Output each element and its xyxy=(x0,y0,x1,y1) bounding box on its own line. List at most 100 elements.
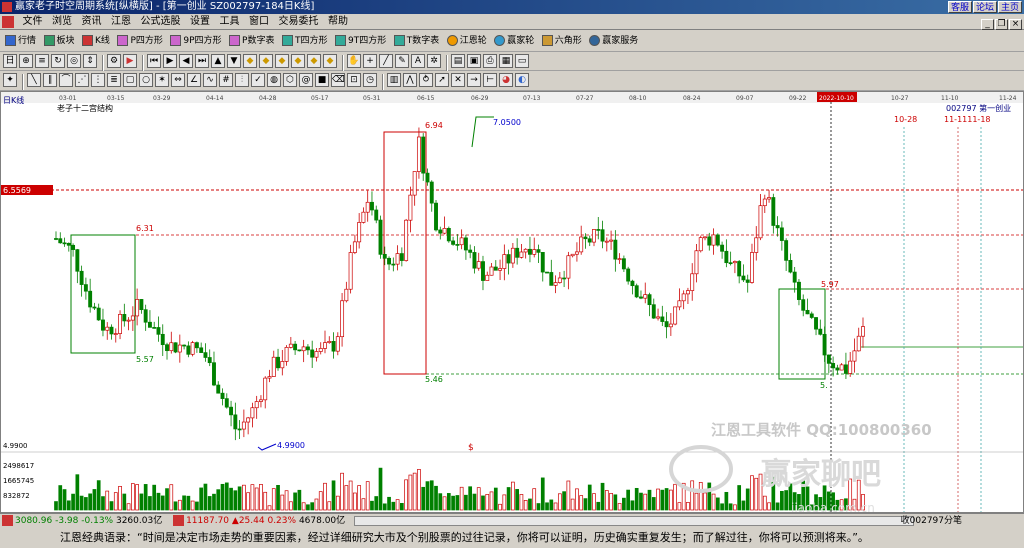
menu-settings[interactable]: 设置 xyxy=(187,14,213,30)
wave-icon[interactable]: ∿ xyxy=(203,73,217,87)
box-icon[interactable]: ▢ xyxy=(123,73,137,87)
kline-chart-panel[interactable]: 03-01 03-15 03-29 04-14 04-28 05-17 05-31 06-15… xyxy=(0,91,1024,515)
flag-icon[interactable]: ▶ xyxy=(123,54,137,68)
layout-icon[interactable]: ▦ xyxy=(499,54,513,68)
list-icon[interactable]: ≡ xyxy=(35,54,49,68)
restore-icon[interactable]: ❐ xyxy=(995,19,1008,30)
ray-icon[interactable]: → xyxy=(467,73,481,87)
print-icon[interactable]: ⎙ xyxy=(483,54,497,68)
save-icon[interactable]: ▣ xyxy=(467,54,481,68)
p-square-button[interactable]: P四方形 xyxy=(115,32,164,50)
menu-tools[interactable]: 工具 xyxy=(217,14,243,30)
volume-bar xyxy=(506,487,511,511)
diamond-icon[interactable]: ◆ xyxy=(259,54,273,68)
grid-icon[interactable]: # xyxy=(219,73,233,87)
window-icon[interactable]: ▭ xyxy=(515,54,529,68)
menu-help[interactable]: 帮助 xyxy=(325,14,351,30)
arrow-icon[interactable]: ➚ xyxy=(435,73,449,87)
zoom-icon[interactable]: ⊕ xyxy=(19,54,33,68)
pen-icon[interactable]: ✎ xyxy=(395,54,409,68)
menu-file[interactable]: 文件 xyxy=(20,14,46,30)
cycle-icon[interactable]: ⥁ xyxy=(419,73,433,87)
gann-icon[interactable]: ✶ xyxy=(155,73,169,87)
refresh-icon[interactable]: ↻ xyxy=(51,54,65,68)
candle-body xyxy=(186,345,191,355)
tool-icon[interactable]: ⚙ xyxy=(107,54,121,68)
level-icon[interactable]: ▥ xyxy=(387,73,401,87)
sector-button[interactable]: 板块 xyxy=(42,32,77,50)
volume-bar xyxy=(101,496,105,511)
candle-body xyxy=(510,247,515,264)
homepage-button[interactable]: 主页 xyxy=(998,1,1022,13)
target-icon[interactable]: ◎ xyxy=(67,54,81,68)
arc-icon[interactable]: ⌒ xyxy=(59,73,73,87)
diamond-icon[interactable]: ◆ xyxy=(291,54,305,68)
forum-button[interactable]: 论坛 xyxy=(973,1,997,13)
square-icon[interactable]: ■ xyxy=(315,73,329,87)
support-button[interactable]: 客服 xyxy=(948,1,972,13)
calendar-icon[interactable]: 日 xyxy=(3,54,17,68)
gann-wheel-button[interactable]: 江恩轮 xyxy=(445,32,489,50)
winner-wheel-button[interactable]: 赢家轮 xyxy=(492,32,536,50)
menu-window[interactable]: 窗口 xyxy=(246,14,272,30)
menu-formula[interactable]: 公式选股 xyxy=(138,14,184,30)
line-icon[interactable]: ╱ xyxy=(379,54,393,68)
lock-icon[interactable]: ⊡ xyxy=(347,73,361,87)
sh-index[interactable]: 3080.96 xyxy=(15,516,52,526)
globe-icon[interactable]: ◐ xyxy=(515,73,529,87)
ruler-icon[interactable]: ⊢ xyxy=(483,73,497,87)
quotes-button[interactable]: 行情 xyxy=(3,32,38,50)
circle-icon[interactable]: ○ xyxy=(139,73,153,87)
star-icon[interactable]: ✦ xyxy=(3,73,17,87)
t-table-button[interactable]: T数字表 xyxy=(392,32,442,50)
channel-icon[interactable]: ∥ xyxy=(43,73,57,87)
close-icon[interactable]: × xyxy=(1009,19,1022,30)
p-table-button[interactable]: P数字表 xyxy=(227,32,276,50)
angle-icon[interactable]: ∠ xyxy=(187,73,201,87)
next-icon[interactable]: ▶ xyxy=(163,54,177,68)
hand-icon[interactable]: ✋ xyxy=(347,54,361,68)
menu-trade[interactable]: 交易委托 xyxy=(276,14,322,30)
up-icon[interactable]: ▲ xyxy=(211,54,225,68)
erase-icon[interactable]: ⌫ xyxy=(331,73,345,87)
last-icon[interactable]: ⏭ xyxy=(195,54,209,68)
split-icon[interactable]: ⫶ xyxy=(235,73,249,87)
cross-line-icon[interactable]: ✕ xyxy=(451,73,465,87)
mark-icon[interactable]: ✓ xyxy=(251,73,265,87)
spiral-icon[interactable]: @ xyxy=(299,73,313,87)
hexagon-icon[interactable]: ⬡ xyxy=(283,73,297,87)
9p-square-button[interactable]: 9P四方形 xyxy=(168,32,223,50)
sz-index[interactable]: 11187.70 xyxy=(186,516,229,526)
diamond-icon[interactable]: ◆ xyxy=(275,54,289,68)
text-icon[interactable]: A xyxy=(411,54,425,68)
ring-icon[interactable]: ◍ xyxy=(267,73,281,87)
fan-icon[interactable]: ⋰ xyxy=(75,73,89,87)
winner-service-button[interactable]: 赢家服务 xyxy=(587,32,640,50)
horizontal-scrollbar[interactable] xyxy=(354,516,915,526)
cross-icon[interactable]: + xyxy=(363,54,377,68)
book-icon[interactable]: ▤ xyxy=(451,54,465,68)
down-icon[interactable]: ▼ xyxy=(227,54,241,68)
fib-icon[interactable]: ≣ xyxy=(107,73,121,87)
hexagon-button[interactable]: 六角形 xyxy=(540,32,584,50)
step-icon[interactable]: ⇕ xyxy=(83,54,97,68)
diamond-icon[interactable]: ◆ xyxy=(243,54,257,68)
trend-icon[interactable]: ╲ xyxy=(27,73,41,87)
menu-gann[interactable]: 江恩 xyxy=(108,14,134,30)
first-icon[interactable]: ⏮ xyxy=(147,54,161,68)
minimize-icon[interactable]: _ xyxy=(981,19,994,30)
gear-icon[interactable]: ✲ xyxy=(427,54,441,68)
time-icon[interactable]: ◷ xyxy=(363,73,377,87)
measure-icon[interactable]: ⇔ xyxy=(171,73,185,87)
diamond-icon[interactable]: ◆ xyxy=(307,54,321,68)
pie-icon[interactable]: ◕ xyxy=(499,73,513,87)
prev-icon[interactable]: ◀ xyxy=(179,54,193,68)
diamond-icon[interactable]: ◆ xyxy=(323,54,337,68)
menu-news[interactable]: 资讯 xyxy=(79,14,105,30)
9t-square-button[interactable]: 9T四方形 xyxy=(333,32,388,50)
kline-button[interactable]: K线 xyxy=(80,32,112,50)
period-icon[interactable]: ⋮ xyxy=(91,73,105,87)
t-square-button[interactable]: T四方形 xyxy=(280,32,330,50)
menu-browse[interactable]: 浏览 xyxy=(49,14,75,30)
zigzag-icon[interactable]: ⋀ xyxy=(403,73,417,87)
